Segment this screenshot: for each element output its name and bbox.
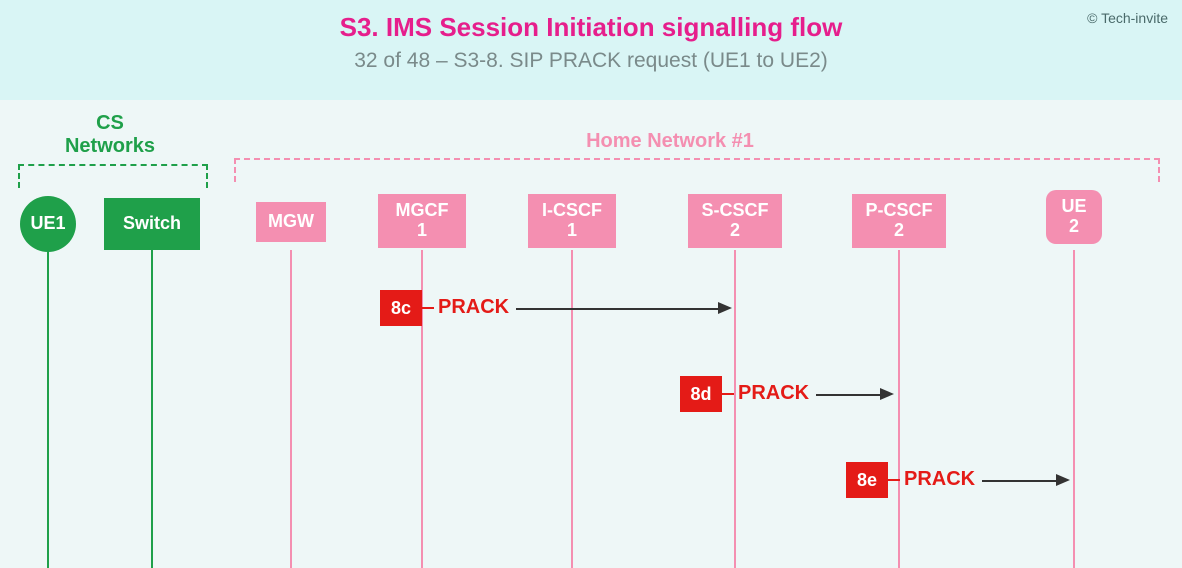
step-box-8e: 8e <box>846 462 888 498</box>
node-label-line2: 2 <box>730 221 740 241</box>
lifeline-icscf1 <box>571 250 573 568</box>
node-label: UE1 <box>30 214 65 234</box>
node-scscf-2: S-CSCF 2 <box>688 194 782 248</box>
lifeline-switch <box>151 250 153 568</box>
node-label-line1: MGCF <box>396 201 449 221</box>
copyright-text: © Tech-invite <box>1087 10 1168 26</box>
node-switch: Switch <box>104 198 200 250</box>
node-label-line2: 2 <box>1069 217 1079 237</box>
header-bar: S3. IMS Session Initiation signalling fl… <box>0 0 1182 100</box>
step-box-8c: 8c <box>380 290 422 326</box>
bracket-cs-networks <box>18 164 208 188</box>
lifeline-ue2 <box>1073 250 1075 568</box>
lifeline-pcscf2 <box>898 250 900 568</box>
step-tick <box>888 479 900 481</box>
arrow-head-icon <box>718 302 732 314</box>
msg-label-8d: PRACK <box>738 382 809 405</box>
step-id: 8d <box>690 384 711 405</box>
node-pcscf-2: P-CSCF 2 <box>852 194 946 248</box>
diagram-title: S3. IMS Session Initiation signalling fl… <box>0 12 1182 43</box>
msg-label-8c: PRACK <box>438 296 509 319</box>
arrow-8d <box>816 394 882 396</box>
node-label-line2: 1 <box>417 221 427 241</box>
node-label-line1: P-CSCF <box>866 201 933 221</box>
lifeline-scscf2 <box>734 250 736 568</box>
node-label-line1: UE <box>1061 197 1086 217</box>
group-label-cs-networks: CS Networks <box>40 112 180 158</box>
node-label-line1: S-CSCF <box>702 201 769 221</box>
step-box-8d: 8d <box>680 376 722 412</box>
node-label-line1: I-CSCF <box>542 201 602 221</box>
node-mgcf-1: MGCF 1 <box>378 194 466 248</box>
node-label: Switch <box>123 214 181 234</box>
arrow-head-icon <box>1056 474 1070 486</box>
bracket-home-network <box>234 158 1160 182</box>
node-label-line2: 1 <box>567 221 577 241</box>
node-label: MGW <box>268 212 314 232</box>
node-mgw: MGW <box>256 202 326 242</box>
diagram-subtitle: 32 of 48 – S3-8. SIP PRACK request (UE1 … <box>0 49 1182 73</box>
group-label-home-network: Home Network #1 <box>540 130 800 153</box>
step-id: 8e <box>857 470 877 491</box>
node-ue2: UE 2 <box>1046 190 1102 244</box>
lifeline-mgw <box>290 250 292 568</box>
step-id: 8c <box>391 298 411 319</box>
arrow-8c <box>516 308 720 310</box>
node-icscf-1: I-CSCF 1 <box>528 194 616 248</box>
diagram-body: CS Networks Home Network #1 UE1 Switch M… <box>0 100 1182 568</box>
lifeline-ue1 <box>47 250 49 568</box>
step-tick <box>422 307 434 309</box>
node-label-line2: 2 <box>894 221 904 241</box>
node-ue1: UE1 <box>20 196 76 252</box>
arrow-head-icon <box>880 388 894 400</box>
step-tick <box>722 393 734 395</box>
arrow-8e <box>982 480 1058 482</box>
msg-label-8e: PRACK <box>904 468 975 491</box>
